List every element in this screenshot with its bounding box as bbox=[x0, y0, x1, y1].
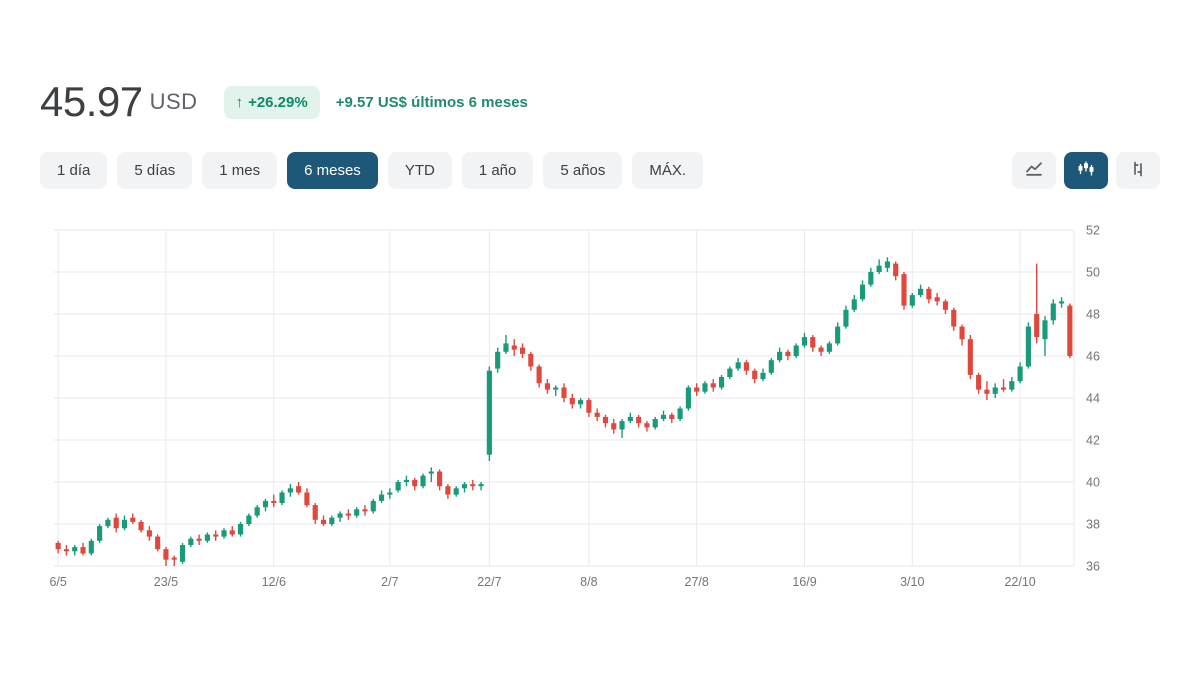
svg-text:22/10: 22/10 bbox=[1004, 575, 1035, 589]
svg-text:48: 48 bbox=[1086, 308, 1100, 322]
svg-text:38: 38 bbox=[1086, 518, 1100, 532]
range-5y[interactable]: 5 años bbox=[543, 152, 622, 189]
time-range-tabs: 1 día 5 días 1 mes 6 meses YTD 1 año 5 a… bbox=[40, 152, 703, 189]
svg-text:52: 52 bbox=[1086, 224, 1100, 238]
percent-change-badge: ↑ +26.29% bbox=[224, 86, 320, 119]
up-arrow-icon: ↑ bbox=[236, 94, 244, 111]
svg-text:12/6: 12/6 bbox=[262, 575, 286, 589]
svg-text:50: 50 bbox=[1086, 266, 1100, 280]
range-1d[interactable]: 1 día bbox=[40, 152, 107, 189]
svg-text:42: 42 bbox=[1086, 434, 1100, 448]
currency-label: USD bbox=[150, 89, 198, 115]
svg-text:40: 40 bbox=[1086, 476, 1100, 490]
price-header: 45.97 USD ↑ +26.29% +9.57 US$ últimos 6 … bbox=[40, 78, 1160, 126]
range-1m[interactable]: 1 mes bbox=[202, 152, 277, 189]
ohlc-chart-button[interactable] bbox=[1116, 152, 1160, 189]
svg-text:36: 36 bbox=[1086, 560, 1100, 574]
svg-text:6/5: 6/5 bbox=[49, 575, 66, 589]
range-1y[interactable]: 1 año bbox=[462, 152, 534, 189]
ohlc-chart-icon bbox=[1128, 160, 1148, 181]
svg-text:8/8: 8/8 bbox=[580, 575, 597, 589]
svg-text:27/8: 27/8 bbox=[685, 575, 709, 589]
svg-text:3/10: 3/10 bbox=[900, 575, 924, 589]
line-chart-icon bbox=[1024, 160, 1044, 181]
svg-text:22/7: 22/7 bbox=[477, 575, 501, 589]
chart-type-toolbar bbox=[1012, 152, 1160, 189]
svg-text:2/7: 2/7 bbox=[381, 575, 398, 589]
chart-controls: 1 día 5 días 1 mes 6 meses YTD 1 año 5 a… bbox=[40, 152, 1160, 189]
candlestick-chart-canvas[interactable]: 36 38 40 42 44 46 48 50 52 6/5 23/5 12/6 2/7 22/7 8/8 2… bbox=[40, 217, 1160, 599]
candlestick-chart-icon bbox=[1076, 160, 1096, 181]
range-max[interactable]: MÁX. bbox=[632, 152, 703, 189]
svg-text:46: 46 bbox=[1086, 350, 1100, 364]
price-chart[interactable]: 36 38 40 42 44 46 48 50 52 6/5 23/5 12/6 2/7 22/7 8/8 2… bbox=[40, 217, 1160, 604]
finance-widget: 45.97 USD ↑ +26.29% +9.57 US$ últimos 6 … bbox=[0, 0, 1200, 604]
svg-text:44: 44 bbox=[1086, 392, 1100, 406]
current-price: 45.97 bbox=[40, 78, 143, 126]
range-5d[interactable]: 5 días bbox=[117, 152, 192, 189]
line-chart-button[interactable] bbox=[1012, 152, 1056, 189]
svg-text:23/5: 23/5 bbox=[154, 575, 178, 589]
range-6m[interactable]: 6 meses bbox=[287, 152, 378, 189]
change-summary: +9.57 US$ últimos 6 meses bbox=[336, 94, 528, 111]
candlestick-chart-button[interactable] bbox=[1064, 152, 1108, 189]
svg-text:16/9: 16/9 bbox=[792, 575, 816, 589]
range-ytd[interactable]: YTD bbox=[388, 152, 452, 189]
percent-change-value: +26.29% bbox=[248, 94, 308, 111]
